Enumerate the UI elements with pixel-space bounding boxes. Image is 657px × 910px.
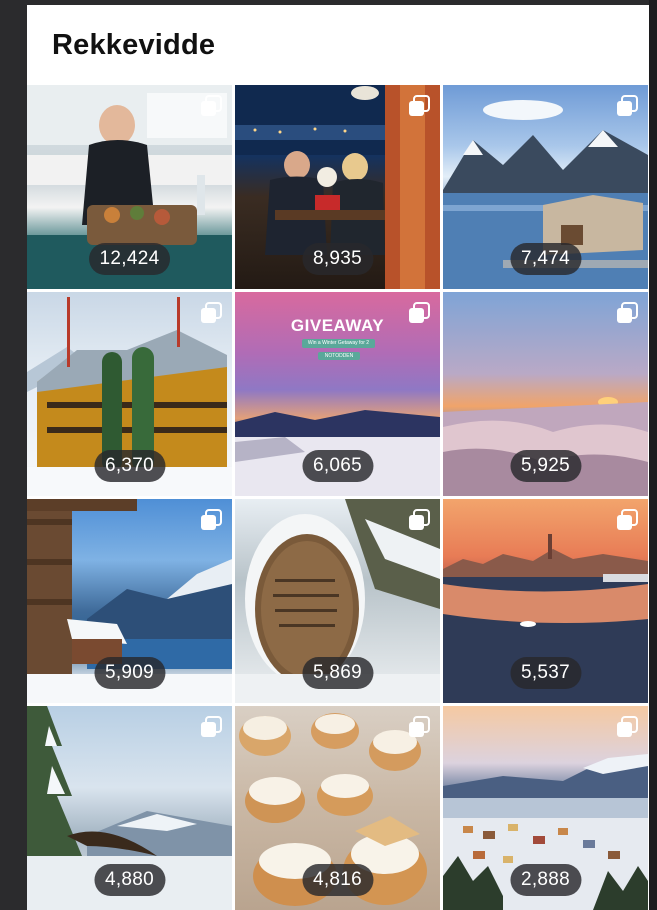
- reach-count: 7,474: [509, 243, 582, 275]
- insights-panel: Rekkevidde 12,424 8,935 7,474 6,370 GIVE…: [27, 5, 649, 910]
- multiple-images-icon: [201, 509, 222, 530]
- post-tile-8[interactable]: 5,869: [235, 499, 440, 703]
- post-tile-9[interactable]: 5,537: [443, 499, 648, 703]
- reach-count: 4,816: [301, 864, 374, 896]
- post-tile-12[interactable]: 2,888: [443, 706, 648, 910]
- post-tile-5[interactable]: GIVEAWAY Win a Winter Getaway for 2 NOTO…: [235, 292, 440, 496]
- multiple-images-icon: [409, 509, 430, 530]
- multiple-images-icon: [409, 302, 430, 323]
- multiple-images-icon: [201, 302, 222, 323]
- multiple-images-icon: [201, 95, 222, 116]
- multiple-images-icon: [617, 509, 638, 530]
- multiple-images-icon: [617, 302, 638, 323]
- window-edge: [649, 0, 657, 910]
- multiple-images-icon: [409, 716, 430, 737]
- reach-count: 8,935: [301, 243, 374, 275]
- post-tile-2[interactable]: 8,935: [235, 85, 440, 289]
- multiple-images-icon: [201, 716, 222, 737]
- multiple-images-icon: [409, 95, 430, 116]
- giveaway-subtitle: Win a Winter Getaway for 2: [302, 339, 375, 348]
- reach-count: 5,869: [301, 657, 374, 689]
- reach-count: 2,888: [509, 864, 582, 896]
- post-tile-6[interactable]: 5,925: [443, 292, 648, 496]
- post-tile-1[interactable]: 12,424: [27, 85, 232, 289]
- reach-count: 5,537: [509, 657, 582, 689]
- page-title: Rekkevidde: [52, 29, 216, 61]
- reach-count: 5,909: [93, 657, 166, 689]
- post-tile-11[interactable]: 4,816: [235, 706, 440, 910]
- post-grid: 12,424 8,935 7,474 6,370 GIVEAWAY Win a …: [27, 85, 649, 910]
- post-tile-3[interactable]: 7,474: [443, 85, 648, 289]
- post-tile-7[interactable]: 5,909: [27, 499, 232, 703]
- post-tile-4[interactable]: 6,370: [27, 292, 232, 496]
- reach-count: 4,880: [93, 864, 166, 896]
- panel-header: Rekkevidde: [27, 5, 649, 85]
- post-tile-10[interactable]: 4,880: [27, 706, 232, 910]
- reach-count: 5,925: [509, 450, 582, 482]
- reach-count: 12,424: [88, 243, 171, 275]
- location-tag: NOTODDEN: [318, 352, 360, 360]
- reach-count: 6,370: [93, 450, 166, 482]
- multiple-images-icon: [617, 716, 638, 737]
- reach-count: 6,065: [301, 450, 374, 482]
- multiple-images-icon: [617, 95, 638, 116]
